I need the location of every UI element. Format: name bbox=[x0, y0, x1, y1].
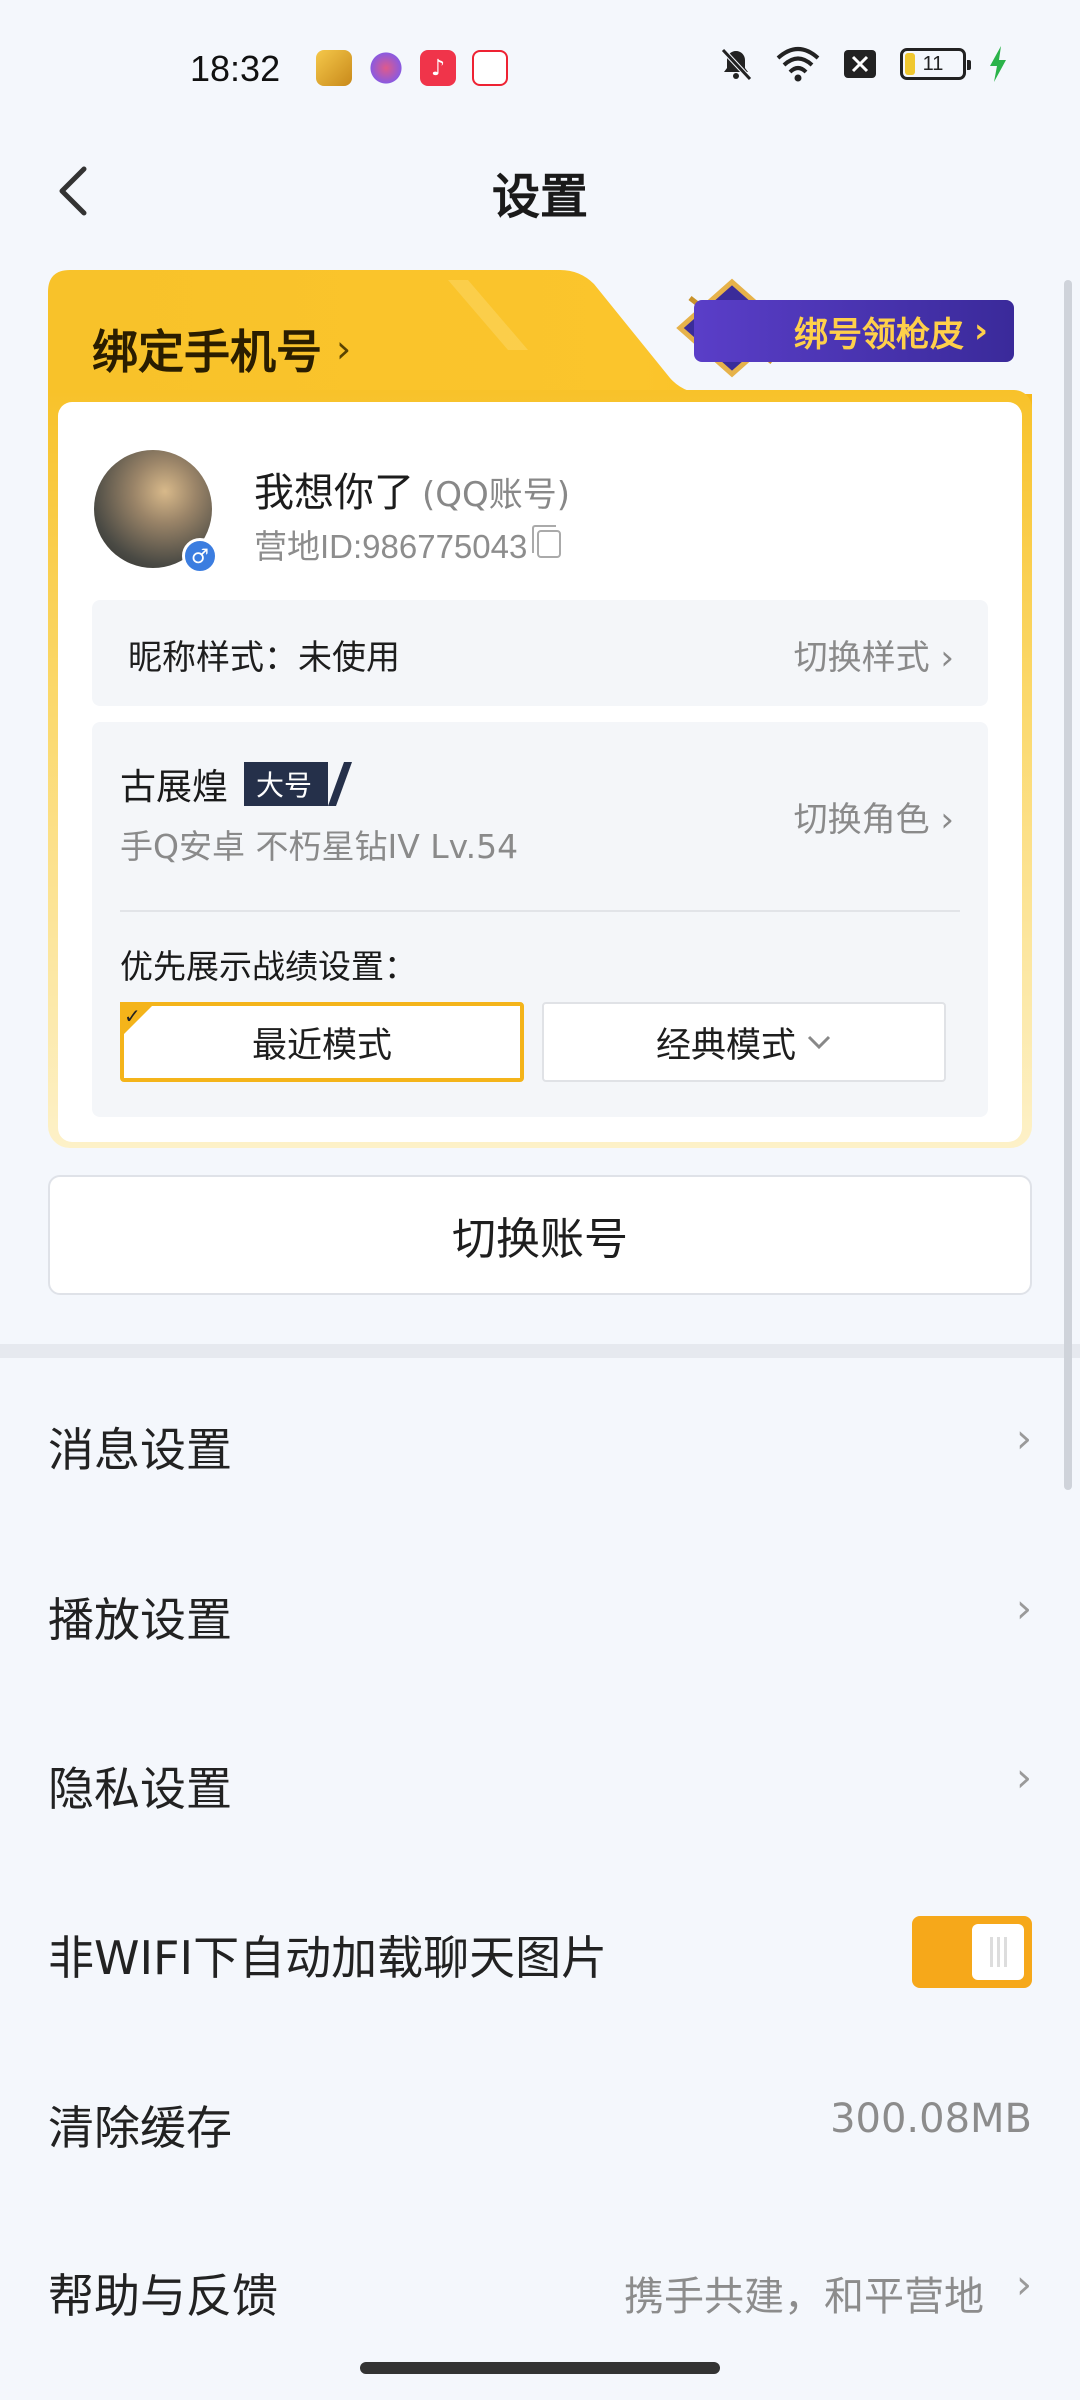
menu-label: 帮助与反馈 bbox=[48, 2269, 278, 2323]
menu-label: 消息设置 bbox=[48, 1423, 232, 1477]
chevron-right-icon: › bbox=[1016, 1416, 1032, 1462]
chevron-right-icon: › bbox=[336, 327, 352, 371]
menu-help-feedback[interactable]: 帮助与反馈 携手共建，和平营地 › bbox=[0, 2204, 1080, 2374]
nickname-text: 我想你了 bbox=[254, 470, 414, 516]
header: 设置 bbox=[0, 135, 1080, 245]
bind-reward-label: 绑号领枪皮 bbox=[793, 314, 964, 355]
home-indicator[interactable] bbox=[360, 2362, 720, 2374]
menu-playback-settings[interactable]: 播放设置 › bbox=[0, 1528, 1080, 1698]
account-card: 绑定手机号 › 绑号领枪皮 › ♂ 我想你了 (QQ账号) 营地ID:986775… bbox=[48, 270, 1032, 1148]
nickname-style-label: 昵称样式：未使用 bbox=[128, 638, 400, 678]
chevron-right-icon: › bbox=[1016, 1755, 1032, 1801]
chevron-right-icon: › bbox=[973, 311, 988, 351]
page-title: 设置 bbox=[491, 169, 588, 225]
role-name-text: 古展煌 bbox=[120, 767, 229, 808]
mute-icon bbox=[721, 48, 752, 81]
switch-style-label: 切换样式 bbox=[793, 638, 930, 678]
section-divider bbox=[0, 1344, 1080, 1358]
help-slogan: 携手共建，和平营地 bbox=[624, 2274, 984, 2320]
card-body: ♂ 我想你了 (QQ账号) 营地ID:986775043 昵称样式：未使用 切换样… bbox=[48, 390, 1032, 1148]
music-icon: ♪ bbox=[420, 50, 456, 86]
classic-mode-button[interactable]: 经典模式 bbox=[542, 1002, 946, 1082]
switch-account-button[interactable]: 切换账号 bbox=[48, 1175, 1032, 1295]
close-box-icon bbox=[844, 50, 876, 78]
wifi-icon bbox=[776, 47, 820, 82]
toggle-knob bbox=[972, 1924, 1024, 1980]
auto-load-toggle[interactable] bbox=[912, 1916, 1032, 1988]
check-icon: ✓ bbox=[120, 1002, 156, 1038]
app-icon-1 bbox=[316, 50, 352, 86]
card-inner: ♂ 我想你了 (QQ账号) 营地ID:986775043 昵称样式：未使用 切换样… bbox=[58, 402, 1022, 1142]
app-icon-2 bbox=[368, 50, 404, 86]
male-icon: ♂ bbox=[182, 538, 218, 574]
main-account-tag: 大号 bbox=[244, 762, 329, 806]
status-time: 18:32 bbox=[190, 48, 281, 89]
battery-icon: 11 bbox=[900, 48, 971, 80]
app-icon-4 bbox=[472, 50, 508, 86]
status-bar: 18:32 ♪ 11 bbox=[0, 0, 1080, 135]
chevron-right-icon: › bbox=[940, 638, 954, 678]
chevron-right-icon: › bbox=[1016, 2262, 1032, 2308]
menu-message-settings[interactable]: 消息设置 › bbox=[0, 1358, 1080, 1528]
chevron-right-icon: › bbox=[940, 800, 954, 840]
switch-role-link[interactable]: 切换角色 › bbox=[794, 792, 954, 841]
chevron-down-icon bbox=[807, 1035, 831, 1050]
role-box: 古展煌 大号 手Q安卓 不朽星钻IV Lv.54 切换角色 › 优先展示战绩设置… bbox=[92, 722, 988, 1117]
recent-mode-label: 最近模式 bbox=[251, 1025, 392, 1066]
menu-label: 清除缓存 bbox=[48, 2101, 232, 2155]
cache-size: 300.08MB bbox=[830, 2096, 1032, 2142]
role-info: 手Q安卓 不朽星钻IV Lv.54 bbox=[120, 827, 519, 866]
divider bbox=[120, 910, 960, 912]
account-type: (QQ账号) bbox=[422, 475, 571, 515]
charging-icon bbox=[990, 46, 1006, 82]
nickname-style-row[interactable]: 昵称样式：未使用 切换样式 › bbox=[92, 600, 988, 706]
switch-style-link[interactable]: 切换样式 › bbox=[794, 630, 954, 679]
bind-phone-label: 绑定手机号 bbox=[92, 325, 322, 379]
menu-label: 隐私设置 bbox=[48, 1762, 232, 1816]
menu-auto-load-images: 非WIFI下自动加载聊天图片 bbox=[0, 1866, 1080, 2036]
pref-label: 优先展示战绩设置： bbox=[120, 947, 417, 986]
camp-id-text: 营地ID:986775043 bbox=[254, 528, 528, 565]
bind-phone-link[interactable]: 绑定手机号 › bbox=[92, 316, 351, 382]
chevron-right-icon: › bbox=[1016, 1586, 1032, 1632]
copy-icon[interactable] bbox=[532, 525, 562, 558]
bind-reward-badge[interactable]: 绑号领枪皮 › bbox=[693, 300, 1014, 362]
menu-label: 播放设置 bbox=[48, 1593, 232, 1647]
menu-clear-cache[interactable]: 清除缓存 300.08MB bbox=[0, 2036, 1080, 2206]
status-right: 11 bbox=[718, 46, 1008, 82]
switch-role-label: 切换角色 bbox=[793, 800, 930, 840]
classic-mode-label: 经典模式 bbox=[655, 1025, 796, 1066]
menu-privacy-settings[interactable]: 隐私设置 › bbox=[0, 1697, 1080, 1867]
menu-label: 非WIFI下自动加载聊天图片 bbox=[48, 1931, 608, 1985]
recent-mode-button[interactable]: ✓ 最近模式 bbox=[120, 1002, 524, 1082]
scrollbar[interactable] bbox=[1064, 280, 1072, 1490]
camp-id: 营地ID:986775043 bbox=[254, 520, 562, 568]
role-name: 古展煌 大号 bbox=[120, 758, 329, 810]
user-nickname: 我想你了 (QQ账号) bbox=[254, 460, 570, 518]
